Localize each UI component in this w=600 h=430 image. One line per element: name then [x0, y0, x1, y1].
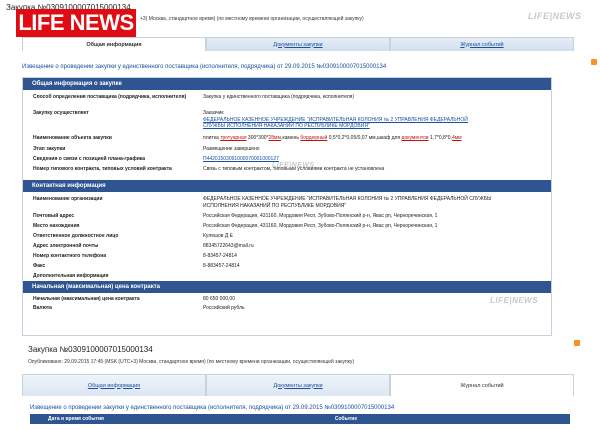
plan-position-link[interactable]: П44201503091000070001000127 — [203, 156, 541, 164]
row-value: 8-83457-24814 — [203, 253, 237, 259]
row-label: Сведения о связи с позицией плана-график… — [33, 156, 146, 162]
row-max-price: Начальная (максимальная) цена контракта … — [23, 293, 551, 303]
page-title-bottom: Закупка №0309100007015000134 — [28, 345, 153, 354]
text-part: 0,5*0,2*0,05/0,07 мм,шкаф для — [327, 135, 402, 141]
tab-documents-top[interactable]: Документы закупки — [206, 37, 390, 51]
text-part: плитка — [203, 135, 221, 141]
tabs-top: Общая информация Документы закупки Журна… — [22, 37, 574, 51]
timezone-info-top: +3) Москва, стандартное время) (по местн… — [140, 16, 364, 22]
row-currency: Валюта Российский рубль — [23, 303, 551, 313]
notice-heading-top: Извещение о проведении закупки у единств… — [22, 64, 387, 70]
spelling-highlight: бордюрный — [300, 135, 328, 141]
watermark-center: LIFE|NEWS — [272, 162, 315, 169]
tab-event-log-bottom[interactable]: Журнал событий — [390, 374, 574, 396]
logo-text: LIFE NEWS — [18, 10, 134, 35]
row-value: Российский рубль — [203, 305, 245, 311]
section-header-general: Общая информация о закупке — [23, 78, 551, 90]
row-value: Связь с типовым контрактом, типовыми усл… — [203, 166, 385, 172]
row-label: Закупку осуществляет — [33, 110, 89, 116]
rss-icon-bottom[interactable] — [574, 340, 580, 346]
row-label: Валюта — [33, 305, 52, 311]
email-value[interactable]: 88345722643@mail.ru — [203, 243, 541, 251]
tab-label: Журнал событий — [460, 382, 504, 389]
tab-label: Документы закупки — [273, 41, 323, 48]
text-part: 300*300* — [246, 135, 269, 141]
col-event: Событие — [334, 416, 358, 422]
tab-general-info-top[interactable]: Общая информация — [22, 37, 206, 51]
spelling-highlight: документов — [401, 135, 429, 141]
row-value: ФЕДЕРАЛЬНОЕ КАЗЕННОЕ УЧРЕЖДЕНИЕ "ИСПРАВИ… — [203, 196, 492, 209]
tab-documents-bottom[interactable]: Документы закупки — [206, 374, 390, 396]
published-info: Опубликовано: 29.09.2015 17:45 (MSK (UTC… — [28, 359, 355, 365]
row-additional-info: Дополнительная информация — [23, 271, 551, 281]
row-label: Дополнительная информация — [33, 273, 109, 279]
tab-label: Общая информация — [87, 382, 141, 389]
watermark-top-right: LIFE|NEWS — [528, 11, 582, 21]
row-stage: Этап закупки Размещение завершено — [23, 144, 551, 154]
row-label: Наименование организации — [33, 196, 103, 202]
notice-heading-bottom: Извещение о проведении закупки у единств… — [30, 405, 395, 411]
col-date-time: Дата и время события — [48, 416, 104, 422]
row-value: 8-883457-24814 — [203, 263, 240, 269]
row-phone: Номер контактного телефона 8-83457-24814 — [23, 251, 551, 261]
row-value: Закупка у единственного поставщика (подр… — [203, 94, 354, 100]
row-value: плитка тротуарная 300*300*28мм,камень бо… — [203, 135, 541, 144]
row-value — [203, 273, 541, 281]
spelling-highlight: тротуарная — [220, 135, 247, 141]
row-location: Место нахождения Российская Федерация, 4… — [23, 221, 551, 231]
row-label: Адрес электронной почты — [33, 243, 99, 249]
tab-label: Журнал событий — [460, 41, 504, 48]
row-label: Место нахождения — [33, 223, 80, 229]
row-label: Номер контактного телефона — [33, 253, 107, 259]
row-email: Адрес электронной почты 88345722643@mail… — [23, 241, 551, 251]
row-org-name: Наименование организации ФЕДЕРАЛЬНОЕ КАЗ… — [23, 192, 551, 211]
row-value: Российская Федерация, 431160, Мордовия Р… — [203, 213, 438, 219]
row-fax: Факс 8-883457-24814 — [23, 261, 551, 271]
row-value: Кулешов Д Е — [203, 233, 233, 239]
text-part: 1,7*0,8*0, — [428, 135, 452, 141]
row-value: Размещение завершено — [203, 146, 260, 152]
row-label: Факс — [33, 263, 46, 269]
row-value: Заказчик ФЕДЕРАЛЬНОЕ КАЗЕННОЕ УЧРЕЖДЕНИЕ… — [203, 110, 541, 133]
row-responsible-person: Ответственное должностное лицо Кулешов Д… — [23, 231, 551, 241]
row-supplier-method: Способ определения поставщика (подрядчик… — [23, 90, 551, 107]
tab-label: Документы закупки — [273, 382, 323, 389]
spelling-highlight: 28мм — [268, 135, 281, 141]
row-label: Ответственное должностное лицо — [33, 233, 119, 239]
section-header-contact: Контактная информация — [23, 180, 551, 192]
lifenews-logo: LIFE NEWS — [16, 9, 136, 37]
watermark-right: LIFE|NEWS — [490, 296, 539, 305]
row-procurement-object: Наименование объекта закупки плитка трот… — [23, 133, 551, 144]
customer-org-link[interactable]: ФЕДЕРАЛЬНОЕ КАЗЕННОЕ УЧРЕЖДЕНИЕ "ИСПРАВИ… — [203, 117, 473, 130]
row-label: Номер типового контракта, типовых услови… — [33, 166, 172, 172]
row-label: Способ определения поставщика (подрядчик… — [33, 94, 187, 100]
procurement-info-panel: Общая информация о закупке Способ опреде… — [22, 77, 552, 336]
row-conducted-by: Закупку осуществляет Заказчик ФЕДЕРАЛЬНО… — [23, 107, 551, 133]
text-part: ,камень — [280, 135, 301, 141]
row-label: Почтовый адрес — [33, 213, 75, 219]
spelling-highlight: 4мм — [451, 135, 462, 141]
tabs-bottom: Общая информация Документы закупки Журна… — [22, 374, 574, 396]
rss-icon[interactable] — [591, 59, 597, 65]
tab-event-log-top[interactable]: Журнал событий — [390, 37, 574, 51]
row-postal-address: Почтовый адрес Российская Федерация, 431… — [23, 211, 551, 221]
row-value: Российская Федерация, 431160, Мордовия Р… — [203, 223, 438, 229]
row-label: Наименование объекта закупки — [33, 135, 112, 141]
section-header-price: Начальная (максимальная) цена контракта — [23, 281, 551, 293]
row-label: Начальная (максимальная) цена контракта — [33, 296, 140, 302]
event-log-table-header: Дата и время события Событие — [30, 414, 570, 424]
tab-general-info-bottom[interactable]: Общая информация — [22, 374, 206, 396]
row-label: Этап закупки — [33, 146, 66, 152]
tab-label: Общая информация — [86, 41, 142, 48]
